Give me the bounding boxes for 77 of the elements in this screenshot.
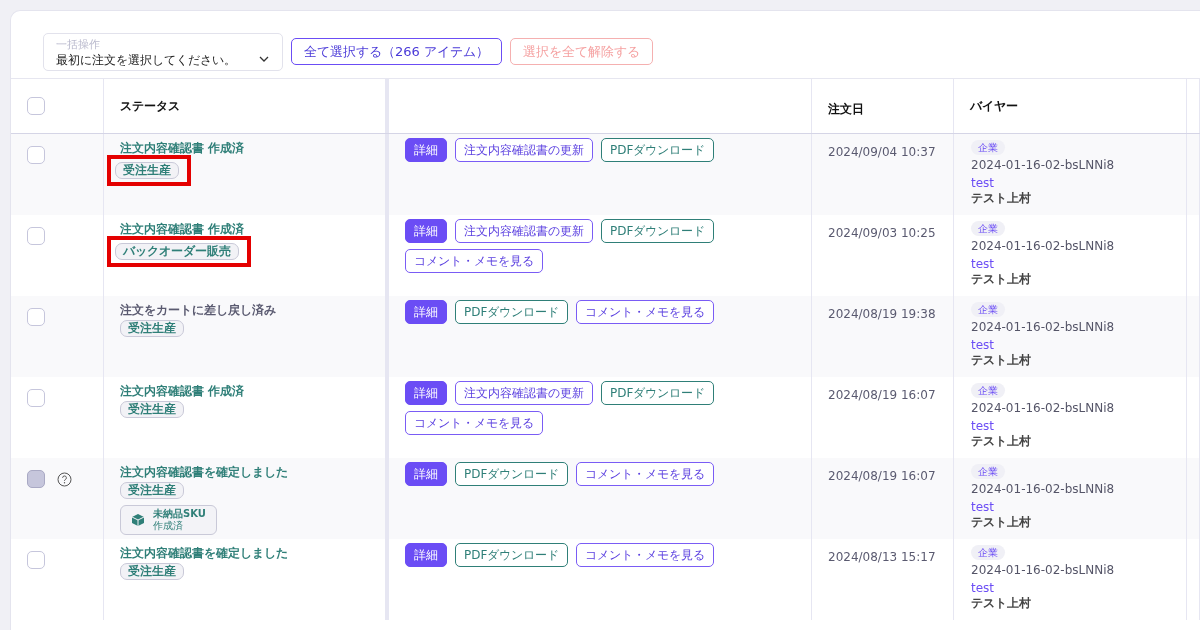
buyer-type-tag: 企業 — [971, 140, 1005, 155]
details-button[interactable]: 詳細 — [405, 300, 447, 324]
help-icon[interactable] — [57, 472, 72, 487]
buyer-name: テスト上村 — [971, 353, 1031, 368]
buyer-type-tag: 企業 — [971, 302, 1005, 317]
details-button[interactable]: 詳細 — [405, 462, 447, 486]
buyer-name: テスト上村 — [971, 191, 1031, 206]
status-tag: 受注生産 — [120, 482, 184, 499]
buyer-code: 2024-01-16-02-bsLNNi8 — [971, 238, 1115, 255]
action-button[interactable]: コメント・メモを見る — [405, 411, 543, 435]
action-button[interactable]: 注文内容確認書の更新 — [455, 381, 593, 405]
action-button[interactable]: コメント・メモを見る — [576, 300, 715, 324]
buyer-link[interactable]: test — [971, 581, 995, 596]
order-date: 2024/08/19 16:07 — [828, 388, 936, 402]
pdf-download-button[interactable]: PDFダウンロード — [455, 300, 569, 324]
details-button[interactable]: 詳細 — [405, 543, 447, 567]
buyer-name: テスト上村 — [971, 272, 1031, 287]
chevron-down-icon — [259, 55, 269, 62]
action-button[interactable]: コメント・メモを見る — [576, 543, 715, 567]
row-checkbox[interactable] — [27, 389, 45, 407]
action-button[interactable]: 注文内容確認書の更新 — [455, 138, 593, 162]
status-tag: 受注生産 — [120, 563, 184, 580]
action-button[interactable]: 注文内容確認書の更新 — [455, 219, 593, 243]
buyer-type-tag: 企業 — [971, 545, 1005, 560]
status-tag: 受注生産 — [120, 320, 184, 337]
select-all-checkbox[interactable] — [27, 97, 45, 115]
sku-label: 未納品SKU — [153, 508, 206, 520]
pdf-download-button[interactable]: PDFダウンロード — [601, 138, 715, 162]
row-checkbox[interactable] — [27, 227, 45, 245]
buyer-type-tag: 企業 — [971, 383, 1005, 398]
buyer-code: 2024-01-16-02-bsLNNi8 — [971, 157, 1115, 174]
pdf-download-button[interactable]: PDFダウンロード — [601, 219, 715, 243]
buyer-name: テスト上村 — [971, 434, 1031, 449]
buyer-name: テスト上村 — [971, 515, 1031, 530]
status-text: 注文内容確認書 作成済 — [120, 140, 245, 156]
details-button[interactable]: 詳細 — [405, 381, 447, 405]
status-text: 注文内容確認書 作成済 — [120, 221, 245, 237]
select-all-button[interactable]: 全て選択する（266 アイテム） — [291, 38, 502, 65]
pdf-download-button[interactable]: PDFダウンロード — [455, 543, 569, 567]
buyer-code: 2024-01-16-02-bsLNNi8 — [971, 562, 1115, 579]
buyer-link[interactable]: test — [971, 338, 995, 353]
row-checkbox[interactable] — [27, 551, 45, 569]
pdf-download-button[interactable]: PDFダウンロード — [455, 462, 569, 486]
status-text: 注文をカートに差し戻し済み — [120, 302, 276, 318]
row-checkbox[interactable] — [27, 146, 45, 164]
sku-status: 作成済 — [153, 520, 184, 532]
column-header: 注文日 — [828, 101, 864, 118]
status-text: 注文内容確認書 作成済 — [120, 383, 245, 399]
buyer-type-tag: 企業 — [971, 464, 1005, 479]
status-tag: 受注生産 — [115, 162, 179, 179]
status-text: 注文内容確認書を確定しました — [120, 545, 288, 561]
details-button[interactable]: 詳細 — [405, 219, 447, 243]
column-header: ステータス — [120, 97, 180, 115]
buyer-type-tag: 企業 — [971, 221, 1005, 236]
action-button[interactable]: コメント・メモを見る — [405, 249, 543, 273]
status-tag: 受注生産 — [120, 401, 184, 418]
order-date: 2024/08/19 19:38 — [828, 307, 936, 321]
action-button[interactable]: コメント・メモを見る — [576, 462, 715, 486]
order-date: 2024/09/04 10:37 — [828, 145, 936, 159]
order-date: 2024/08/13 15:17 — [828, 550, 936, 564]
buyer-code: 2024-01-16-02-bsLNNi8 — [971, 319, 1115, 336]
column-header: バイヤー — [970, 97, 1018, 115]
buyer-link[interactable]: test — [971, 500, 995, 515]
buyer-name: テスト上村 — [971, 596, 1031, 611]
buyer-code: 2024-01-16-02-bsLNNi8 — [971, 481, 1115, 498]
status-text: 注文内容確認書を確定しました — [120, 464, 288, 480]
order-date: 2024/09/03 10:25 — [828, 226, 936, 240]
buyer-link[interactable]: test — [971, 419, 995, 434]
row-checkbox[interactable] — [27, 308, 45, 326]
status-tag: バックオーダー販売 — [115, 243, 239, 260]
pdf-download-button[interactable]: PDFダウンロード — [601, 381, 715, 405]
order-date: 2024/08/19 16:07 — [828, 469, 936, 483]
box-icon — [131, 513, 145, 527]
buyer-link[interactable]: test — [971, 176, 995, 191]
details-button[interactable]: 詳細 — [405, 138, 447, 162]
buyer-link[interactable]: test — [971, 257, 995, 272]
buyer-code: 2024-01-16-02-bsLNNi8 — [971, 400, 1115, 417]
